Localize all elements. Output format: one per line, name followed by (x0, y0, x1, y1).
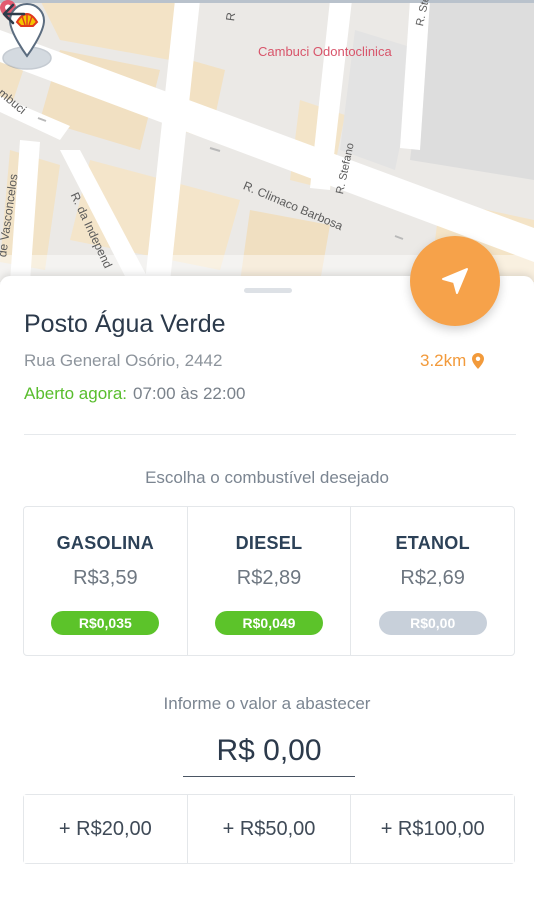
navigation-arrow-icon (442, 268, 468, 294)
add-20-button[interactable]: + R$20,00 (24, 795, 188, 863)
fuel-options: GASOLINA R$3,59 R$0,035 DIESEL R$2,89 R$… (23, 506, 515, 656)
distance-indicator: 3.2km (420, 351, 485, 371)
navigate-button[interactable] (410, 236, 500, 326)
poi-label[interactable]: Cambuci Odontoclinica (258, 44, 392, 59)
add-50-button[interactable]: + R$50,00 (187, 795, 352, 863)
quick-amount-options: + R$20,00 + R$50,00 + R$100,00 (23, 794, 515, 864)
hours-value: 07:00 às 22:00 (133, 384, 246, 403)
fuel-option-etanol[interactable]: ETANOL R$2,69 R$0,00 (351, 507, 514, 655)
station-name: Posto Água Verde (24, 310, 226, 338)
fuel-section-title: Escolha o combustível desejado (145, 468, 389, 487)
distance-value: 3.2km (420, 351, 467, 370)
add-100-button[interactable]: + R$100,00 (351, 795, 515, 863)
station-address: Rua General Osório, 2442 (24, 351, 223, 370)
fuel-price: R$2,89 (236, 567, 302, 589)
cashback-badge: R$0,049 (215, 611, 323, 635)
fuel-price: R$3,59 (73, 567, 138, 589)
sheet-drag-handle[interactable] (244, 288, 292, 293)
fuel-name: GASOLINA (56, 533, 155, 553)
fuel-name: DIESEL (235, 533, 303, 553)
opening-hours: Aberto agora: 07:00 às 22:00 (24, 384, 246, 404)
street-label: R (223, 11, 239, 22)
amount-section-title: Informe o valor a abastecer (163, 694, 371, 713)
divider (24, 434, 516, 435)
cashback-badge: R$0,00 (378, 611, 487, 635)
amount-input-underline (183, 776, 355, 777)
cashback-badge: R$0,035 (51, 611, 160, 635)
arrow-left-icon[interactable] (0, 0, 28, 28)
fuel-price: R$2,69 (400, 567, 465, 589)
location-pin-icon (472, 353, 485, 369)
open-status: Aberto agora: (24, 384, 128, 403)
fuel-option-gasolina[interactable]: GASOLINA R$3,59 R$0,035 (24, 507, 188, 655)
fuel-name: ETANOL (395, 533, 470, 553)
amount-input[interactable]: R$ 0,00 (183, 734, 355, 768)
fuel-option-diesel[interactable]: DIESEL R$2,89 R$0,049 (188, 507, 352, 655)
status-divider (0, 0, 534, 3)
